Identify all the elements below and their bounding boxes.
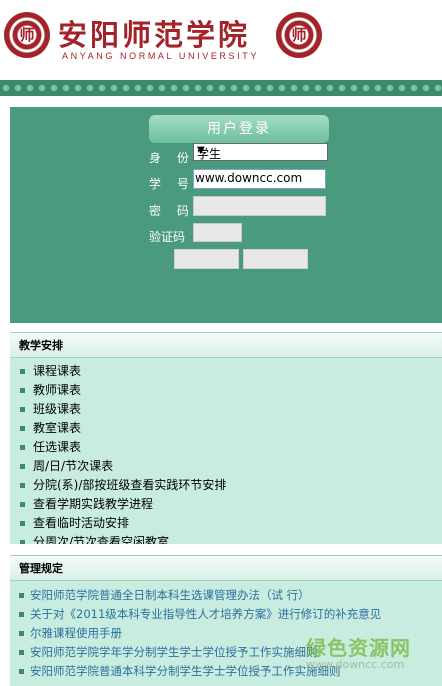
school-name-cn: 安阳师范学院 (58, 18, 251, 52)
student-id-input[interactable]: www.downcc.com (193, 169, 326, 189)
site-header: 师 安阳师范学院 ANYANG NORMAL UNIVERSITY 师 (0, 0, 442, 80)
watermark-text: 绿色资源网 (306, 636, 411, 660)
list-item[interactable]: 分周次/节次查看空闲教室 (10, 533, 442, 544)
identity-label: 身 份 (149, 151, 195, 165)
student-id-label: 学 号 (149, 177, 195, 191)
list-item[interactable]: 分院(系)/部按班级查看实践环节安排 (10, 476, 442, 495)
login-panel: 用户登录 身 份 学生 ▼ 学 号 www.downcc.com 密 码 验证码 (10, 107, 442, 323)
list-item[interactable]: 任选课表 (10, 438, 442, 457)
student-id-value: www.downcc.com (195, 171, 303, 185)
dropdown-arrow-icon: ▼ (197, 145, 205, 156)
list-item[interactable]: 周/日/节次课表 (10, 457, 442, 476)
captcha-input[interactable] (193, 223, 242, 242)
password-input[interactable] (193, 196, 326, 216)
teaching-panel-heading: 教学安排 (10, 332, 442, 358)
university-seal-icon: 师 (276, 12, 322, 58)
captcha-label: 验证码 (149, 230, 186, 244)
identity-select[interactable]: 学生 ▼ (193, 143, 328, 161)
teaching-list: 课程课表 教师课表 班级课表 教室课表 任选课表 周/日/节次课表 分院(系)/… (10, 362, 442, 544)
list-item[interactable]: 班级课表 (10, 400, 442, 419)
password-label: 密 码 (149, 204, 195, 218)
list-item[interactable]: 安阳师范学院普通全日制本科生选课管理办法（试 行） (10, 586, 442, 605)
decorative-band (0, 80, 442, 96)
login-button[interactable] (174, 249, 239, 269)
watermark-url: www.downcc.com (306, 658, 405, 671)
reset-button[interactable] (243, 249, 308, 269)
teaching-panel: 教学安排 课程课表 教师课表 班级课表 教室课表 任选课表 周/日/节次课表 分… (10, 332, 442, 544)
list-item[interactable]: 查看学期实践教学进程 (10, 495, 442, 514)
school-name-en: ANYANG NORMAL UNIVERSITY (62, 51, 259, 61)
university-seal-icon: 师 (4, 12, 50, 58)
list-item[interactable]: 课程课表 (10, 362, 442, 381)
list-item[interactable]: 查看临时活动安排 (10, 514, 442, 533)
list-item[interactable]: 关于对《2011级本科专业指导性人才培养方案》进行修订的补充意见 (10, 605, 442, 624)
list-item[interactable]: 教室课表 (10, 419, 442, 438)
rules-panel-heading: 管理规定 (10, 555, 442, 581)
login-title: 用户登录 (149, 115, 329, 143)
list-item[interactable]: 教师课表 (10, 381, 442, 400)
